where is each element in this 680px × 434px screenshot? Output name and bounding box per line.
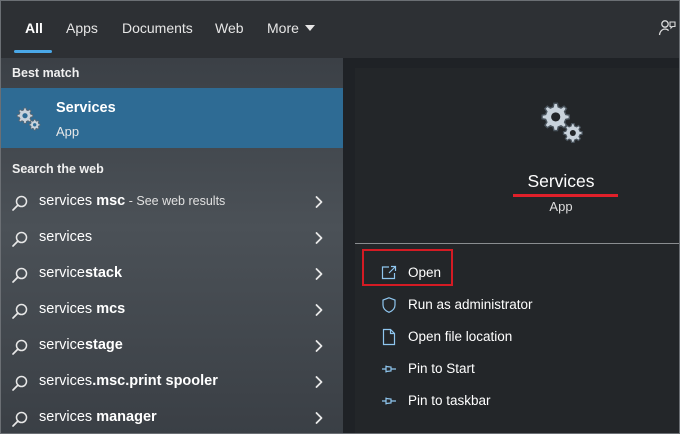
web-result-bold: .msc.print spooler [92, 373, 218, 389]
web-result-prefix: services [39, 301, 93, 317]
web-result-bold: stage [84, 337, 123, 353]
preview-divider [355, 243, 679, 244]
tab-apps[interactable]: Apps [66, 20, 98, 36]
web-result-bold: stack [84, 265, 123, 281]
shield-icon [382, 297, 396, 313]
web-result-prefix: service [39, 265, 85, 281]
best-match-subtitle: App [56, 124, 80, 139]
action-open-file-location-label: Open file location [408, 329, 513, 344]
chevron-right-icon[interactable] [313, 303, 325, 317]
best-match-heading: Best match [12, 66, 80, 80]
chevron-right-icon[interactable] [313, 375, 325, 389]
web-result-item[interactable]: servicestack [1, 256, 343, 292]
pin-icon [382, 397, 396, 405]
see-web-results-text: - See web results [125, 194, 226, 208]
open-window-icon [381, 265, 397, 280]
web-result-text: services mcs [39, 301, 125, 317]
action-run-as-administrator-label: Run as administrator [408, 297, 533, 312]
services-gears-large-icon [541, 102, 583, 144]
web-result-item[interactable]: services.msc.print spooler [1, 364, 343, 400]
web-result-item[interactable]: servicestage [1, 328, 343, 364]
search-icon [12, 267, 28, 283]
web-result-prefix: services [39, 193, 93, 209]
web-result-prefix: services [39, 409, 93, 425]
tab-web[interactable]: Web [215, 20, 244, 36]
search-icon [12, 195, 28, 211]
web-result-prefix: services [39, 373, 93, 389]
search-icon [12, 339, 28, 355]
web-result-item[interactable]: services msc - See web results [1, 184, 343, 220]
web-result-text: services.msc.print spooler [39, 373, 218, 389]
web-result-text: servicestack [39, 265, 122, 281]
web-result-text: services manager [39, 409, 157, 425]
search-web-heading: Search the web [12, 162, 104, 176]
chevron-right-icon[interactable] [313, 231, 325, 245]
tab-more-label: More [267, 20, 299, 36]
web-result-bold: mcs [92, 301, 126, 317]
action-pin-to-start[interactable]: Pin to Start [368, 356, 668, 382]
chevron-right-icon[interactable] [313, 339, 325, 353]
action-open-file-location[interactable]: Open file location [368, 324, 668, 350]
preview-app-name: Services [527, 171, 595, 191]
best-match-title: Services [56, 100, 116, 116]
best-match-result[interactable]: Services App [1, 88, 343, 148]
search-icon [12, 375, 28, 391]
tab-all[interactable]: All [25, 20, 43, 36]
web-result-item[interactable]: services manager [1, 400, 343, 433]
services-gears-icon [16, 107, 41, 131]
web-result-prefix: services [39, 229, 93, 245]
web-result-bold: msc [92, 193, 126, 209]
search-window: All Apps Documents Web More Best match S… [0, 0, 680, 434]
web-result-prefix: service [39, 337, 85, 353]
preview-app-type: App [549, 199, 573, 214]
action-pin-to-taskbar-label: Pin to taskbar [408, 393, 491, 408]
web-result-bold: manager [92, 409, 157, 425]
web-result-item[interactable]: services mcs [1, 292, 343, 328]
file-location-icon [382, 328, 396, 346]
tab-more[interactable]: More [267, 20, 315, 36]
feedback-icon[interactable] [658, 19, 676, 37]
app-name-red-underline [513, 194, 618, 197]
web-result-text: services [39, 229, 92, 245]
search-icon [12, 303, 28, 319]
web-result-item[interactable]: services [1, 220, 343, 256]
web-result-text: servicestage [39, 337, 123, 353]
pin-icon [382, 365, 396, 373]
chevron-right-icon[interactable] [313, 195, 325, 209]
search-tabs-bar: All Apps Documents Web More [1, 1, 679, 58]
preview-pane: Services App Open Run as administrator O… [343, 58, 679, 433]
action-pin-to-taskbar[interactable]: Pin to taskbar [368, 388, 668, 414]
action-run-as-administrator[interactable]: Run as administrator [368, 292, 668, 318]
action-open[interactable]: Open [368, 260, 668, 286]
action-pin-to-start-label: Pin to Start [408, 361, 475, 376]
caret-down-icon [304, 25, 315, 31]
chevron-right-icon[interactable] [313, 411, 325, 425]
web-result-text: services msc - See web results [39, 193, 225, 209]
action-open-label: Open [408, 265, 442, 280]
active-tab-indicator [14, 50, 52, 53]
search-icon [12, 231, 28, 247]
results-pane: Best match Services App Search the web s… [1, 58, 343, 433]
search-icon [12, 411, 28, 427]
chevron-right-icon[interactable] [313, 267, 325, 281]
tab-documents[interactable]: Documents [122, 20, 193, 36]
